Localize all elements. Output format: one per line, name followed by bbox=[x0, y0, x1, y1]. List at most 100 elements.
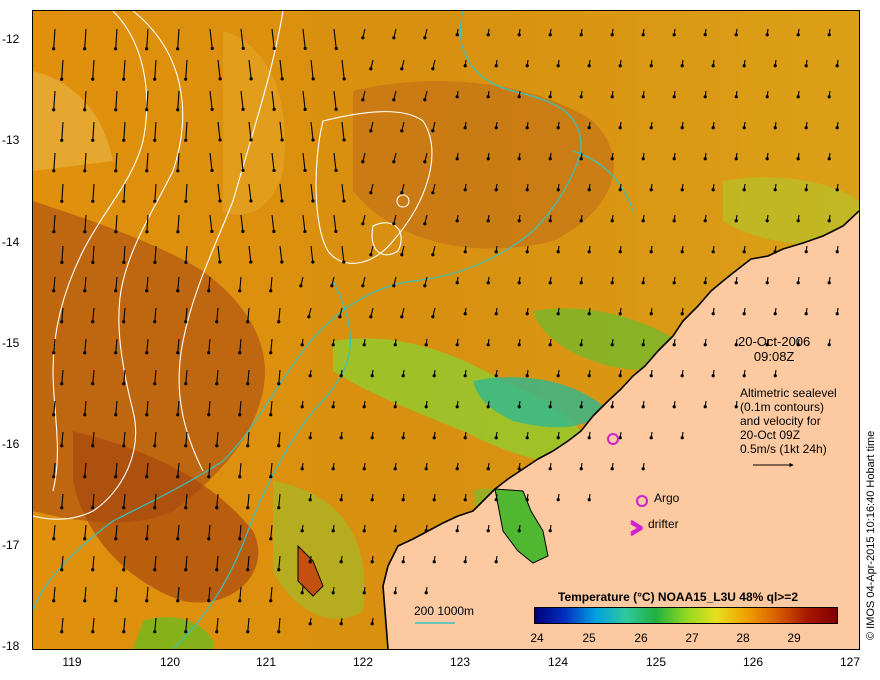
lat-tick: -14 bbox=[2, 235, 20, 249]
velocity-vector-head bbox=[277, 568, 281, 572]
velocity-vector-head bbox=[401, 374, 405, 378]
velocity-vector-head bbox=[215, 444, 219, 448]
velocity-vector-head bbox=[556, 374, 560, 378]
velocity-vector-head bbox=[431, 67, 435, 71]
velocity-vector-head bbox=[525, 498, 529, 502]
velocity-vector-head bbox=[238, 413, 242, 417]
velocity-vector-head bbox=[300, 591, 304, 595]
velocity-vector-head bbox=[176, 289, 180, 293]
velocity-vector-head bbox=[525, 436, 529, 440]
sst-map-canvas bbox=[33, 11, 859, 649]
velocity-vector-head bbox=[587, 250, 591, 254]
velocity-vector-head bbox=[827, 95, 831, 99]
sst-map[interactable] bbox=[32, 10, 860, 650]
velocity-vector-head bbox=[424, 529, 428, 533]
velocity-vector-head bbox=[392, 36, 396, 40]
velocity-vector-head bbox=[579, 157, 583, 161]
velocity-vector-head bbox=[370, 374, 374, 378]
velocity-vector-head bbox=[392, 284, 396, 288]
velocity-vector-head bbox=[369, 129, 373, 133]
velocity-vector-head bbox=[331, 529, 335, 533]
velocity-vector-head bbox=[176, 413, 180, 417]
velocity-vector-head bbox=[122, 382, 126, 386]
velocity-vector-head bbox=[300, 467, 304, 471]
lat-tick: -12 bbox=[2, 32, 20, 46]
velocity-vector-head bbox=[525, 312, 529, 316]
velocity-vector-head bbox=[494, 64, 498, 68]
velocity-vector-head bbox=[463, 436, 467, 440]
velocity-vector-head bbox=[311, 199, 315, 203]
velocity-vector-head bbox=[339, 374, 343, 378]
velocity-vector-head bbox=[494, 250, 498, 254]
velocity-vector-head bbox=[486, 95, 490, 99]
velocity-vector-head bbox=[711, 64, 715, 68]
velocity-vector-head bbox=[463, 64, 467, 68]
velocity-vector-head bbox=[618, 374, 622, 378]
velocity-vector-head bbox=[362, 591, 366, 595]
velocity-vector-head bbox=[765, 95, 769, 99]
velocity-vector-head bbox=[742, 312, 746, 316]
velocity-vector-head bbox=[548, 467, 552, 471]
velocity-vector-head bbox=[827, 281, 831, 285]
velocity-vector-head bbox=[308, 560, 312, 564]
velocity-vector-head bbox=[311, 260, 315, 264]
velocity-vector-head bbox=[401, 498, 405, 502]
velocity-vector-head bbox=[241, 168, 245, 173]
velocity-vector-head bbox=[218, 77, 222, 81]
velocity-vector-head bbox=[804, 312, 808, 316]
velocity-vector-head bbox=[517, 157, 521, 161]
velocity-vector-head bbox=[60, 630, 64, 634]
velocity-vector-head bbox=[641, 343, 645, 347]
velocity-vector-head bbox=[494, 188, 498, 192]
velocity-vector-head bbox=[91, 77, 95, 81]
velocity-vector-head bbox=[184, 506, 188, 510]
velocity-vector-head bbox=[52, 413, 56, 417]
velocity-vector-head bbox=[114, 537, 118, 541]
velocity-vector-head bbox=[246, 568, 250, 572]
velocity-vector-head bbox=[618, 436, 622, 440]
velocity-vector-head bbox=[207, 351, 211, 355]
velocity-vector-head bbox=[455, 467, 459, 471]
velocity-vector-head bbox=[269, 413, 273, 417]
velocity-vector-head bbox=[424, 343, 428, 347]
velocity-vector-head bbox=[548, 405, 552, 409]
velocity-vector-head bbox=[835, 64, 839, 68]
velocity-vector-head bbox=[269, 475, 273, 479]
velocity-vector-head bbox=[176, 230, 180, 234]
colorbar-tick: 27 bbox=[685, 631, 699, 645]
velocity-vector-head bbox=[672, 343, 676, 347]
velocity-vector-head bbox=[215, 320, 219, 324]
velocity-vector-head bbox=[370, 622, 374, 626]
velocity-vector-head bbox=[641, 281, 645, 285]
velocity-vector-head bbox=[703, 219, 707, 223]
velocity-vector-head bbox=[525, 188, 529, 192]
velocity-vector-head bbox=[91, 444, 95, 448]
velocity-vector-head bbox=[184, 630, 188, 634]
velocity-vector-head bbox=[680, 250, 684, 254]
velocity-vector-head bbox=[711, 250, 715, 254]
velocity-vector-head bbox=[579, 467, 583, 471]
velocity-vector-head bbox=[145, 289, 149, 293]
velocity-vector-head bbox=[339, 498, 343, 502]
velocity-vector-head bbox=[145, 475, 149, 479]
velocity-vector-head bbox=[114, 230, 118, 234]
velocity-vector-head bbox=[153, 568, 157, 572]
velocity-vector-head bbox=[277, 630, 281, 634]
caption-line: and velocity for bbox=[740, 414, 821, 428]
velocity-vector-head bbox=[342, 199, 346, 203]
velocity-vector-head bbox=[280, 260, 284, 264]
velocity-vector-head bbox=[246, 630, 250, 634]
velocity-vector-head bbox=[184, 382, 188, 386]
velocity-vector-head bbox=[734, 281, 738, 285]
velocity-vector-head bbox=[91, 382, 95, 386]
velocity-vector-head bbox=[587, 188, 591, 192]
velocity-vector-head bbox=[362, 405, 366, 409]
velocity-vector-head bbox=[711, 312, 715, 316]
velocity-vector-head bbox=[556, 64, 560, 68]
velocity-vector-head bbox=[486, 529, 490, 533]
velocity-vector-head bbox=[246, 382, 250, 386]
velocity-vector-head bbox=[796, 281, 800, 285]
observation-datetime: 20-Oct-2006 09:08Z bbox=[738, 334, 810, 364]
velocity-vector-head bbox=[548, 343, 552, 347]
velocity-vector-head bbox=[303, 46, 307, 50]
